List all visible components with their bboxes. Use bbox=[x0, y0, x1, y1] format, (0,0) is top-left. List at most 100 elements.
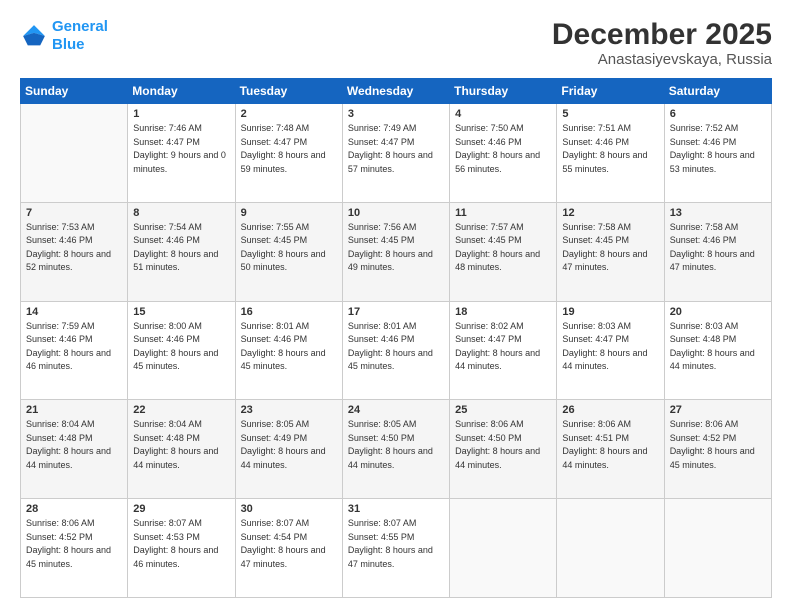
calendar-table: Sunday Monday Tuesday Wednesday Thursday… bbox=[20, 78, 772, 598]
logo-text: General Blue bbox=[52, 18, 108, 54]
col-monday: Monday bbox=[128, 79, 235, 104]
day-number: 31 bbox=[348, 503, 444, 515]
day-sunrise: Sunrise: 8:02 AM bbox=[455, 321, 524, 331]
table-row: 7 Sunrise: 7:53 AM Sunset: 4:46 PM Dayli… bbox=[21, 202, 128, 301]
day-number: 24 bbox=[348, 404, 444, 416]
day-sunset: Sunset: 4:46 PM bbox=[26, 334, 93, 344]
day-sunrise: Sunrise: 7:54 AM bbox=[133, 222, 202, 232]
day-daylight: Daylight: 9 hours and 0 minutes. bbox=[133, 150, 226, 174]
day-sunrise: Sunrise: 8:05 AM bbox=[348, 419, 417, 429]
month-title: December 2025 bbox=[552, 18, 772, 51]
day-number: 30 bbox=[241, 503, 337, 515]
day-sunset: Sunset: 4:45 PM bbox=[455, 235, 522, 245]
day-sunset: Sunset: 4:47 PM bbox=[133, 137, 200, 147]
table-row: 6 Sunrise: 7:52 AM Sunset: 4:46 PM Dayli… bbox=[664, 104, 771, 203]
day-sunrise: Sunrise: 8:06 AM bbox=[562, 419, 631, 429]
table-row: 28 Sunrise: 8:06 AM Sunset: 4:52 PM Dayl… bbox=[21, 499, 128, 598]
day-sunset: Sunset: 4:49 PM bbox=[241, 433, 308, 443]
day-number: 14 bbox=[26, 306, 122, 318]
day-sunset: Sunset: 4:51 PM bbox=[562, 433, 629, 443]
day-daylight: Daylight: 8 hours and 48 minutes. bbox=[455, 249, 540, 273]
table-row: 31 Sunrise: 8:07 AM Sunset: 4:55 PM Dayl… bbox=[342, 499, 449, 598]
col-thursday: Thursday bbox=[450, 79, 557, 104]
day-daylight: Daylight: 8 hours and 56 minutes. bbox=[455, 150, 540, 174]
day-daylight: Daylight: 8 hours and 44 minutes. bbox=[241, 446, 326, 470]
day-daylight: Daylight: 8 hours and 47 minutes. bbox=[348, 545, 433, 569]
day-sunset: Sunset: 4:46 PM bbox=[670, 235, 737, 245]
day-number: 2 bbox=[241, 108, 337, 120]
day-sunrise: Sunrise: 8:01 AM bbox=[241, 321, 310, 331]
day-daylight: Daylight: 8 hours and 44 minutes. bbox=[133, 446, 218, 470]
table-row: 29 Sunrise: 8:07 AM Sunset: 4:53 PM Dayl… bbox=[128, 499, 235, 598]
day-number: 25 bbox=[455, 404, 551, 416]
day-sunset: Sunset: 4:52 PM bbox=[26, 532, 93, 542]
day-daylight: Daylight: 8 hours and 45 minutes. bbox=[670, 446, 755, 470]
day-sunset: Sunset: 4:54 PM bbox=[241, 532, 308, 542]
day-sunset: Sunset: 4:48 PM bbox=[133, 433, 200, 443]
day-number: 23 bbox=[241, 404, 337, 416]
table-row: 27 Sunrise: 8:06 AM Sunset: 4:52 PM Dayl… bbox=[664, 400, 771, 499]
day-daylight: Daylight: 8 hours and 45 minutes. bbox=[348, 348, 433, 372]
day-number: 8 bbox=[133, 207, 229, 219]
day-number: 16 bbox=[241, 306, 337, 318]
day-daylight: Daylight: 8 hours and 47 minutes. bbox=[241, 545, 326, 569]
day-sunset: Sunset: 4:46 PM bbox=[26, 235, 93, 245]
day-sunset: Sunset: 4:46 PM bbox=[241, 334, 308, 344]
day-sunrise: Sunrise: 8:07 AM bbox=[133, 518, 202, 528]
day-number: 26 bbox=[562, 404, 658, 416]
table-row: 21 Sunrise: 8:04 AM Sunset: 4:48 PM Dayl… bbox=[21, 400, 128, 499]
table-row: 13 Sunrise: 7:58 AM Sunset: 4:46 PM Dayl… bbox=[664, 202, 771, 301]
day-daylight: Daylight: 8 hours and 49 minutes. bbox=[348, 249, 433, 273]
table-row bbox=[21, 104, 128, 203]
day-sunrise: Sunrise: 7:55 AM bbox=[241, 222, 310, 232]
table-row: 12 Sunrise: 7:58 AM Sunset: 4:45 PM Dayl… bbox=[557, 202, 664, 301]
table-row: 20 Sunrise: 8:03 AM Sunset: 4:48 PM Dayl… bbox=[664, 301, 771, 400]
day-sunrise: Sunrise: 8:06 AM bbox=[455, 419, 524, 429]
day-sunrise: Sunrise: 7:52 AM bbox=[670, 123, 739, 133]
day-sunset: Sunset: 4:45 PM bbox=[348, 235, 415, 245]
day-sunrise: Sunrise: 7:53 AM bbox=[26, 222, 95, 232]
day-number: 5 bbox=[562, 108, 658, 120]
day-sunrise: Sunrise: 7:59 AM bbox=[26, 321, 95, 331]
day-sunrise: Sunrise: 7:58 AM bbox=[562, 222, 631, 232]
day-number: 9 bbox=[241, 207, 337, 219]
day-daylight: Daylight: 8 hours and 46 minutes. bbox=[133, 545, 218, 569]
table-row: 2 Sunrise: 7:48 AM Sunset: 4:47 PM Dayli… bbox=[235, 104, 342, 203]
day-sunset: Sunset: 4:50 PM bbox=[348, 433, 415, 443]
day-sunset: Sunset: 4:46 PM bbox=[133, 334, 200, 344]
day-number: 29 bbox=[133, 503, 229, 515]
day-number: 10 bbox=[348, 207, 444, 219]
table-row: 23 Sunrise: 8:05 AM Sunset: 4:49 PM Dayl… bbox=[235, 400, 342, 499]
day-number: 11 bbox=[455, 207, 551, 219]
day-sunset: Sunset: 4:46 PM bbox=[562, 137, 629, 147]
day-daylight: Daylight: 8 hours and 46 minutes. bbox=[26, 348, 111, 372]
day-daylight: Daylight: 8 hours and 50 minutes. bbox=[241, 249, 326, 273]
header: General Blue December 2025 Anastasiyevsk… bbox=[20, 18, 772, 68]
day-sunrise: Sunrise: 7:58 AM bbox=[670, 222, 739, 232]
day-sunrise: Sunrise: 8:04 AM bbox=[26, 419, 95, 429]
day-sunset: Sunset: 4:46 PM bbox=[133, 235, 200, 245]
page: General Blue December 2025 Anastasiyevsk… bbox=[0, 0, 792, 612]
table-row bbox=[450, 499, 557, 598]
day-daylight: Daylight: 8 hours and 47 minutes. bbox=[562, 249, 647, 273]
day-number: 27 bbox=[670, 404, 766, 416]
day-number: 1 bbox=[133, 108, 229, 120]
day-sunrise: Sunrise: 7:51 AM bbox=[562, 123, 631, 133]
day-sunrise: Sunrise: 8:07 AM bbox=[348, 518, 417, 528]
day-sunrise: Sunrise: 7:50 AM bbox=[455, 123, 524, 133]
col-friday: Friday bbox=[557, 79, 664, 104]
table-row: 4 Sunrise: 7:50 AM Sunset: 4:46 PM Dayli… bbox=[450, 104, 557, 203]
table-row: 9 Sunrise: 7:55 AM Sunset: 4:45 PM Dayli… bbox=[235, 202, 342, 301]
day-daylight: Daylight: 8 hours and 44 minutes. bbox=[670, 348, 755, 372]
day-daylight: Daylight: 8 hours and 51 minutes. bbox=[133, 249, 218, 273]
day-sunrise: Sunrise: 8:06 AM bbox=[670, 419, 739, 429]
day-sunset: Sunset: 4:47 PM bbox=[348, 137, 415, 147]
day-sunrise: Sunrise: 7:49 AM bbox=[348, 123, 417, 133]
day-number: 17 bbox=[348, 306, 444, 318]
day-sunrise: Sunrise: 7:48 AM bbox=[241, 123, 310, 133]
day-sunrise: Sunrise: 8:03 AM bbox=[670, 321, 739, 331]
table-row: 14 Sunrise: 7:59 AM Sunset: 4:46 PM Dayl… bbox=[21, 301, 128, 400]
day-sunrise: Sunrise: 7:57 AM bbox=[455, 222, 524, 232]
table-row: 1 Sunrise: 7:46 AM Sunset: 4:47 PM Dayli… bbox=[128, 104, 235, 203]
day-number: 13 bbox=[670, 207, 766, 219]
